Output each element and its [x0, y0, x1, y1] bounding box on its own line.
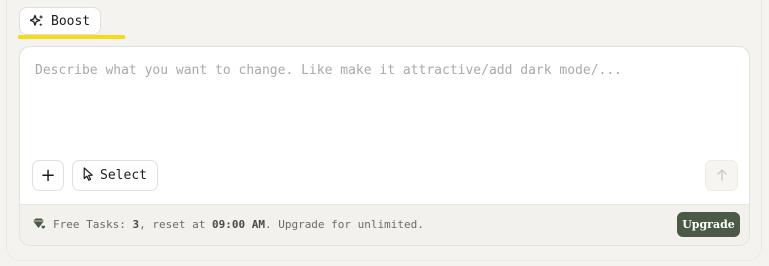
free-tasks-suffix: . Upgrade for unlimited. [264, 218, 424, 231]
free-tasks-prefix: Free Tasks: [53, 218, 133, 231]
composer-input-area: + Select [20, 47, 749, 205]
plus-icon: + [40, 164, 56, 186]
active-tab-indicator [18, 35, 125, 39]
select-button[interactable]: Select [72, 160, 158, 191]
prompt-composer: + Select [19, 46, 750, 246]
arrow-up-icon [716, 166, 728, 185]
free-tasks-middle: , reset at [139, 218, 212, 231]
send-button[interactable] [705, 160, 738, 191]
prompt-input[interactable] [35, 63, 725, 123]
cursor-icon [83, 166, 94, 185]
tab-boost-label: Boost [51, 13, 91, 29]
tab-boost[interactable]: Boost [19, 7, 102, 35]
usage-footer: Free Tasks: 3, reset at 09:00 AM. Upgrad… [20, 205, 749, 245]
upgrade-button[interactable]: Upgrade [677, 212, 740, 237]
sparkles-icon [30, 14, 44, 28]
diamond-heart-icon [30, 217, 47, 237]
select-button-label: Select [100, 168, 147, 183]
boost-panel: Boost + Select [0, 0, 769, 266]
add-button[interactable]: + [32, 160, 64, 191]
free-tasks-text: Free Tasks: 3, reset at 09:00 AM. Upgrad… [53, 218, 424, 231]
reset-time: 09:00 AM [211, 218, 265, 231]
